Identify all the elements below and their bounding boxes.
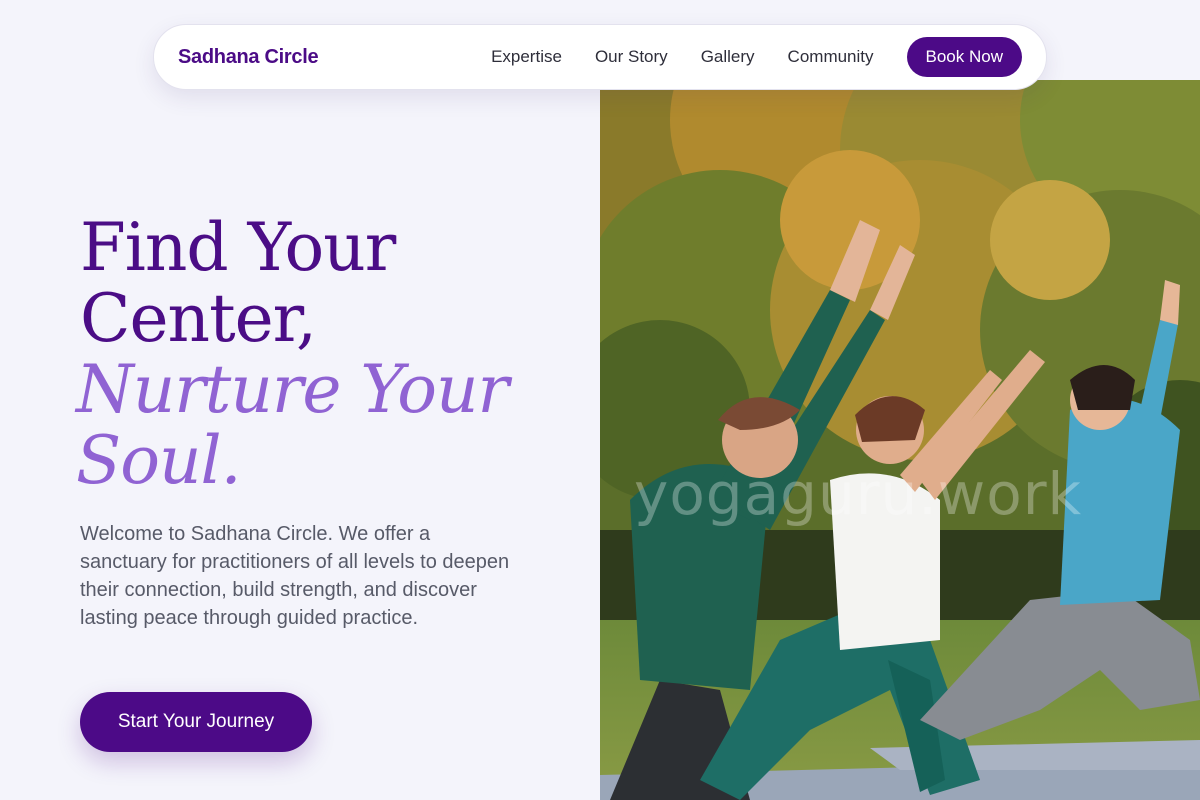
yoga-photo-illustration [600, 80, 1200, 800]
headline-line-2: Center, [80, 280, 317, 357]
hero-intro-text: Welcome to Sadhana Circle. We offer a sa… [80, 523, 510, 629]
hero-yoga-photo: yogaguru.work [600, 80, 1200, 800]
book-now-button[interactable]: Book Now [906, 37, 1022, 77]
hero-text: Find Your Center, Nurture Your Soul. Wel… [76, 209, 550, 632]
nav-links: Expertise Our Story Gallery Community [491, 47, 873, 67]
top-navbar: Sadhana Circle Expertise Our Story Galle… [153, 24, 1047, 90]
headline-accent-line-1: Nurture Your [76, 351, 509, 428]
brand-logo[interactable]: Sadhana Circle [178, 46, 319, 69]
headline-accent-line-2: Soul. [76, 422, 242, 499]
nav-link-expertise[interactable]: Expertise [491, 47, 562, 67]
photo-watermark: yogaguru.work [634, 460, 1083, 528]
start-journey-button[interactable]: Start Your Journey [80, 692, 312, 752]
hero-headline: Find Your Center, Nurture Your Soul. [76, 209, 550, 496]
nav-link-community[interactable]: Community [788, 47, 874, 67]
nav-link-gallery[interactable]: Gallery [701, 47, 755, 67]
landing-page: Sadhana Circle Expertise Our Story Galle… [0, 0, 1200, 800]
headline-line-1: Find Your [80, 209, 396, 286]
nav-link-our-story[interactable]: Our Story [595, 47, 668, 67]
